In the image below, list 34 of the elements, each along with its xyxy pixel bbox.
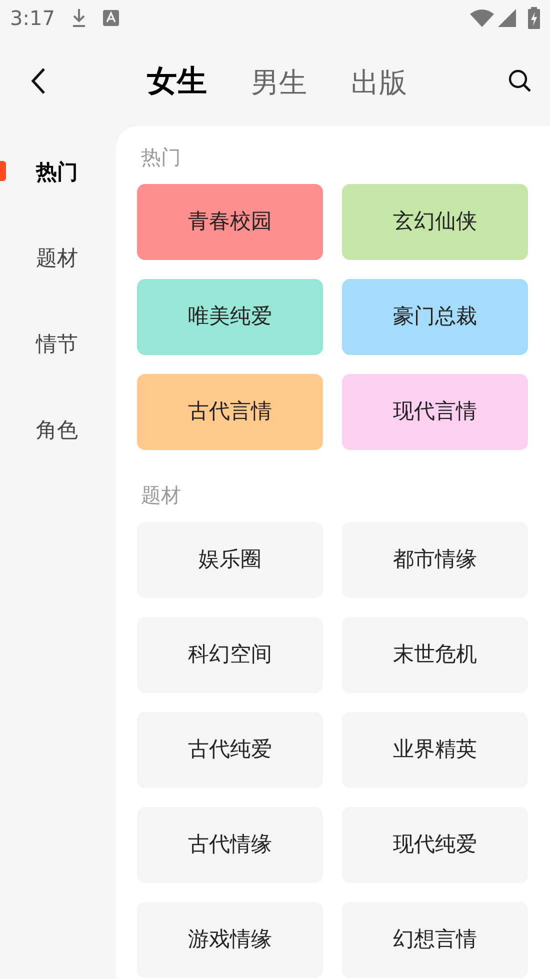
category-tile[interactable]: 游戏情缘 — [137, 902, 323, 978]
status-time: 3:17 — [10, 5, 55, 32]
category-tile[interactable]: 豪门总裁 — [342, 279, 528, 355]
category-tile[interactable]: 古代情缘 — [137, 807, 323, 883]
sidebar-item[interactable]: 题材 — [0, 236, 116, 322]
selection-indicator — [0, 161, 6, 181]
notification-icon — [102, 10, 119, 26]
download-icon — [70, 8, 87, 28]
sidebar-item[interactable]: 热门 — [0, 150, 116, 236]
category-tab[interactable]: 女生 — [125, 58, 229, 104]
category-tile[interactable]: 青春校园 — [137, 184, 323, 260]
category-tile[interactable]: 科幻空间 — [137, 617, 323, 693]
battery-icon — [528, 7, 540, 29]
signal-icon — [498, 9, 516, 27]
category-tile[interactable]: 幻想言情 — [342, 902, 528, 978]
search-icon[interactable] — [508, 69, 532, 93]
category-tile[interactable]: 业界精英 — [342, 712, 528, 788]
category-tile[interactable]: 娱乐圈 — [137, 522, 323, 598]
category-tab[interactable]: 出版 — [329, 62, 429, 104]
section-title: 题材 — [141, 482, 182, 508]
category-tile[interactable]: 古代纯爱 — [137, 712, 323, 788]
category-tile[interactable]: 都市情缘 — [342, 522, 528, 598]
category-tile[interactable]: 古代言情 — [137, 374, 323, 450]
sidebar-item[interactable]: 角色 — [0, 408, 116, 494]
back-icon[interactable] — [30, 67, 46, 95]
category-tile[interactable]: 现代纯爱 — [342, 807, 528, 883]
category-tab[interactable]: 男生 — [229, 62, 329, 104]
category-tile[interactable]: 玄幻仙侠 — [342, 184, 528, 260]
wifi-icon — [470, 9, 494, 27]
section-title: 热门 — [141, 144, 182, 170]
sidebar-item[interactable]: 情节 — [0, 322, 116, 408]
category-tile[interactable]: 现代言情 — [342, 374, 528, 450]
category-tile[interactable]: 末世危机 — [342, 617, 528, 693]
category-tile[interactable]: 唯美纯爱 — [137, 279, 323, 355]
